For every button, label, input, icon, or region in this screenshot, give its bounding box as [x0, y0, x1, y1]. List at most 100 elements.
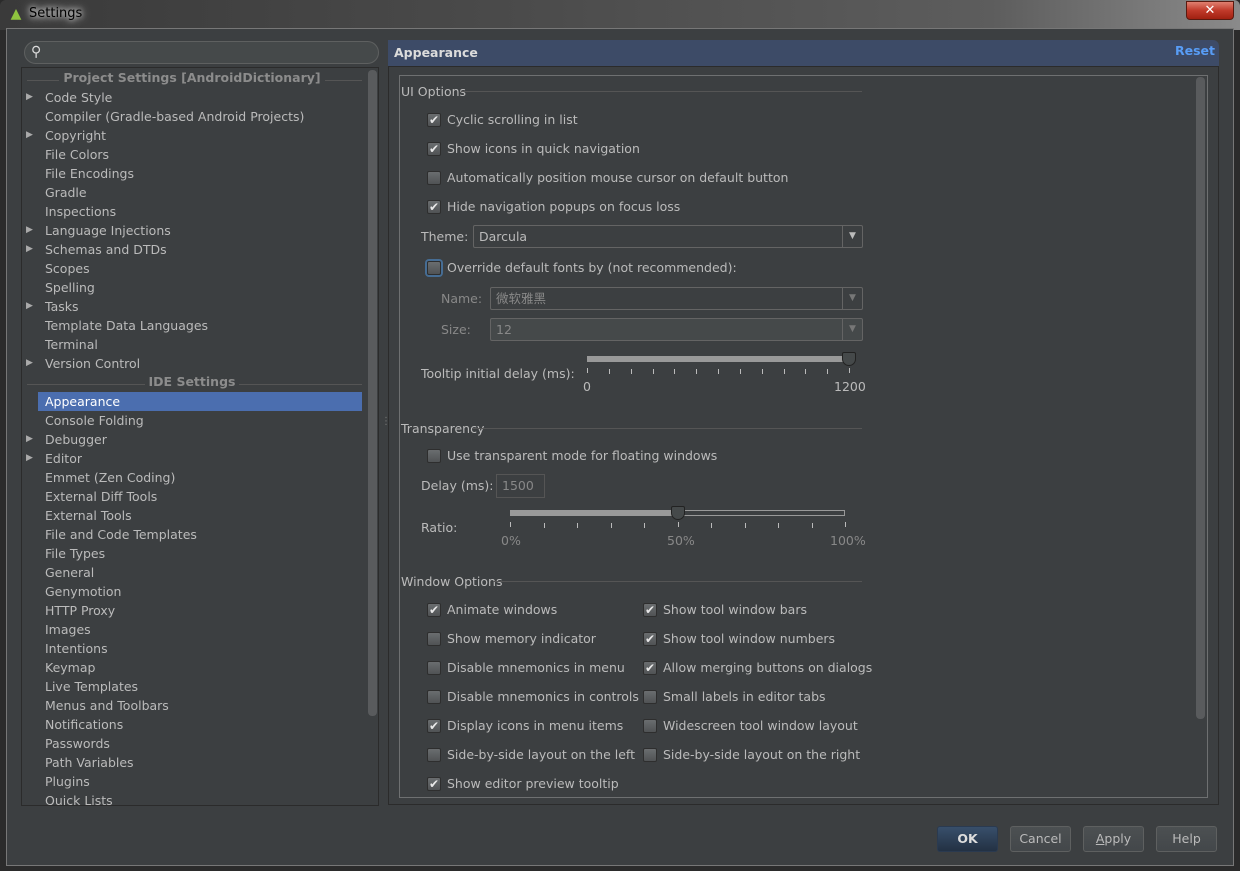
tooltip-delay-label: Tooltip initial delay (ms): — [421, 366, 575, 381]
apply-button[interactable]: Apply — [1083, 826, 1144, 852]
option-label: Side-by-side layout on the left — [447, 747, 636, 762]
tree-item[interactable]: Intentions — [38, 639, 362, 658]
tree-item[interactable]: Appearance — [38, 392, 362, 411]
checkbox-box — [427, 661, 441, 675]
expand-arrow-icon[interactable]: ▶ — [26, 126, 33, 145]
tree-item[interactable]: Images — [38, 620, 362, 639]
expand-arrow-icon[interactable]: ▶ — [26, 297, 33, 316]
tree-item[interactable]: Plugins — [38, 772, 362, 791]
tree-item[interactable]: Compiler (Gradle-based Android Projects) — [38, 107, 362, 126]
tree-item-label: File and Code Templates — [45, 527, 197, 542]
tree-item[interactable]: Keymap — [38, 658, 362, 677]
slider-tick — [587, 368, 588, 373]
tree-item[interactable]: Notifications — [38, 715, 362, 734]
checkbox-box — [427, 632, 441, 646]
search-input[interactable]: ⚲ — [24, 41, 379, 64]
tree-item[interactable]: Gradle — [38, 183, 362, 202]
tooltip-delay-slider[interactable] — [587, 352, 856, 376]
tree-item[interactable]: Quick Lists — [38, 791, 362, 805]
delay-input[interactable]: 1500 — [496, 474, 545, 498]
theme-combobox[interactable]: Darcula ▼ — [473, 225, 863, 248]
ratio-label: Ratio: — [421, 520, 458, 535]
expand-arrow-icon[interactable]: ▶ — [26, 240, 33, 259]
expand-arrow-icon[interactable]: ▶ — [26, 354, 33, 373]
checkbox-box — [427, 171, 441, 185]
option-label: Disable mnemonics in menu — [447, 660, 625, 675]
tree-item-label: Inspections — [45, 204, 117, 219]
tree-item[interactable]: Terminal — [38, 335, 362, 354]
slider-tick — [718, 369, 719, 374]
option-label: Allow merging buttons on dialogs — [663, 660, 873, 675]
checkbox-box: ✔ — [427, 603, 441, 617]
cancel-button[interactable]: Cancel — [1010, 826, 1071, 852]
close-button[interactable]: ✕ — [1186, 1, 1234, 20]
slider-tick — [609, 369, 610, 374]
ratio-slider[interactable] — [510, 506, 847, 530]
transparency-header: Transparency — [401, 421, 862, 436]
slider-thumb[interactable] — [670, 506, 685, 520]
checkbox-box: ✔ — [427, 142, 441, 156]
option-label: Widescreen tool window layout — [663, 718, 858, 733]
tree-item[interactable]: External Diff Tools — [38, 487, 362, 506]
tree-item[interactable]: Template Data Languages — [38, 316, 362, 335]
tree-item[interactable]: ▶ Version Control — [26, 354, 362, 373]
tree-item[interactable]: Passwords — [38, 734, 362, 753]
tree-item[interactable]: ▶ Editor — [26, 449, 362, 468]
slider-tick — [740, 369, 741, 374]
tree-scrollbar[interactable] — [368, 70, 377, 716]
slider-tick — [653, 369, 654, 374]
slider-thumb[interactable] — [842, 352, 856, 366]
expand-arrow-icon[interactable]: ▶ — [26, 88, 33, 107]
slider-tick — [784, 369, 785, 374]
ok-button[interactable]: OK — [937, 826, 998, 852]
tree-item[interactable]: ▶ Tasks — [26, 297, 362, 316]
tree-item[interactable]: Live Templates — [38, 677, 362, 696]
tree-item[interactable]: External Tools — [38, 506, 362, 525]
tree-item[interactable]: ▶ Schemas and DTDs — [26, 240, 362, 259]
tree-item[interactable]: Scopes — [38, 259, 362, 278]
tree-item[interactable]: Genymotion — [38, 582, 362, 601]
tree-item[interactable]: ▶ Debugger — [26, 430, 362, 449]
slider-tick — [805, 369, 806, 374]
tree-item[interactable]: HTTP Proxy — [38, 601, 362, 620]
tree-item[interactable]: ▶ Code Style — [26, 88, 362, 107]
tree-item[interactable]: General — [38, 563, 362, 582]
tree-item[interactable]: Inspections — [38, 202, 362, 221]
window-title: Settings — [29, 6, 83, 21]
tree-item[interactable]: File and Code Templates — [38, 525, 362, 544]
ratio-tick-label: 100% — [830, 533, 866, 548]
font-size-combobox[interactable]: 12 ▼ — [490, 318, 863, 341]
project-settings-header-text: Project Settings [AndroidDictionary] — [59, 70, 325, 85]
option-label: Display icons in menu items — [447, 718, 624, 733]
tree-item-label: Scopes — [45, 261, 90, 276]
content-scrollbar[interactable] — [1196, 77, 1205, 719]
tree-item[interactable]: Emmet (Zen Coding) — [38, 468, 362, 487]
checkbox-box — [427, 449, 441, 463]
tree-item[interactable]: ▶ Language Injections — [26, 221, 362, 240]
checkbox-box — [643, 719, 657, 733]
tree-item[interactable]: Spelling — [38, 278, 362, 297]
tree-item-label: File Colors — [45, 147, 110, 162]
expand-arrow-icon[interactable]: ▶ — [26, 221, 33, 240]
option-label: Show editor preview tooltip — [447, 776, 619, 791]
expand-arrow-icon[interactable]: ▶ — [26, 449, 33, 468]
option-label: Show icons in quick navigation — [447, 141, 640, 156]
tree-item[interactable]: ▶ Copyright — [26, 126, 362, 145]
expand-arrow-icon[interactable]: ▶ — [26, 430, 33, 449]
tree-item[interactable]: Path Variables — [38, 753, 362, 772]
reset-link[interactable]: Reset — [1175, 43, 1215, 58]
tree-item-label: Passwords — [45, 736, 110, 751]
help-button[interactable]: Help — [1156, 826, 1217, 852]
tree-item-label: Compiler (Gradle-based Android Projects) — [45, 109, 305, 124]
tree-item[interactable]: File Encodings — [38, 164, 362, 183]
override-fonts-label: Override default fonts by (not recommend… — [447, 260, 737, 275]
section-title: UI Options — [401, 84, 467, 99]
slider-tick — [849, 368, 850, 373]
tree-item[interactable]: Menus and Toolbars — [38, 696, 362, 715]
font-name-combobox[interactable]: 微软雅黑 ▼ — [490, 287, 863, 310]
project-settings-header: Project Settings [AndroidDictionary] — [22, 70, 362, 89]
tree-item[interactable]: Console Folding — [38, 411, 362, 430]
tree-item[interactable]: File Types — [38, 544, 362, 563]
checkbox-box: ✔ — [427, 777, 441, 791]
tree-item[interactable]: File Colors — [38, 145, 362, 164]
